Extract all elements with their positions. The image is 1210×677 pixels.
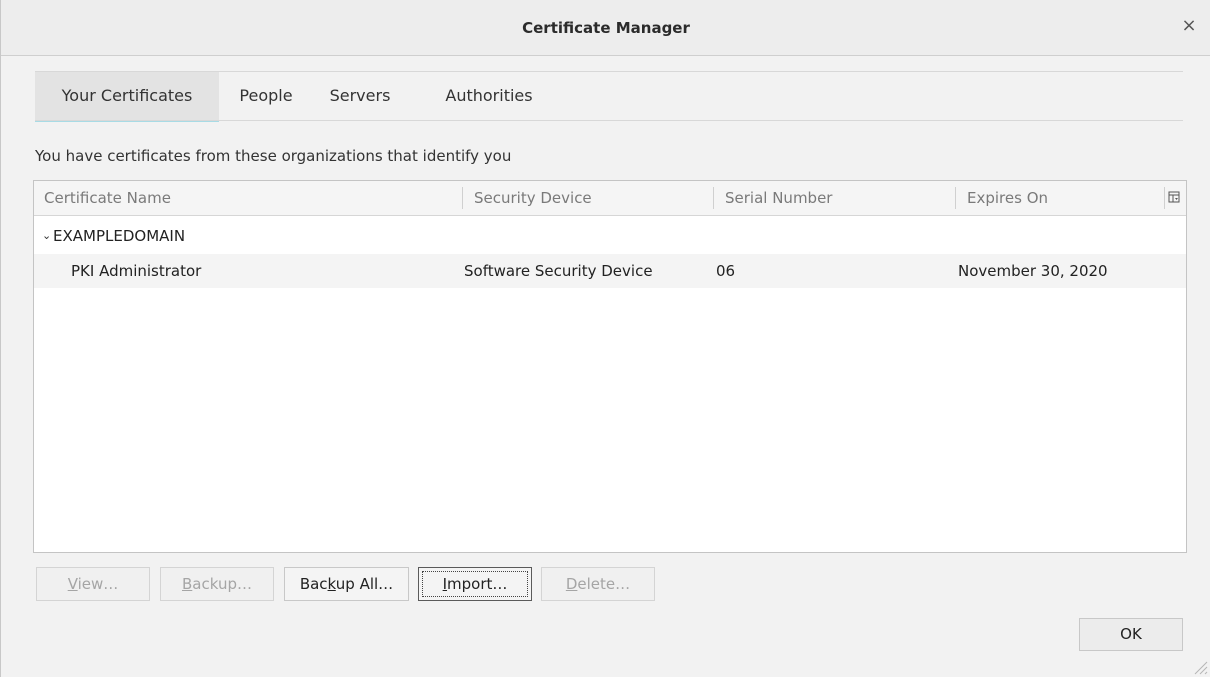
cell-expires-on: November 30, 2020 [958, 262, 1108, 280]
close-icon: × [1181, 15, 1197, 36]
focus-ring [422, 571, 528, 597]
column-header-security-device[interactable]: Security Device [474, 181, 714, 215]
close-button[interactable]: × [1177, 14, 1201, 38]
group-label: EXAMPLEDOMAIN [53, 227, 186, 245]
tab-label: People [239, 86, 293, 105]
certificate-manager-window: Certificate Manager × Your Certificates … [0, 0, 1210, 677]
resize-grip-icon[interactable] [1190, 657, 1208, 675]
column-header-certificate-name[interactable]: Certificate Name [44, 181, 464, 215]
tab-label: Servers [329, 86, 391, 105]
accel-key: V [67, 575, 78, 593]
cell-certificate-name: PKI Administrator [71, 262, 202, 280]
tab-bar: Your Certificates People Servers Authori… [35, 71, 1183, 122]
column-separator[interactable] [462, 187, 463, 209]
cell-security-device: Software Security Device [464, 262, 653, 280]
accel-key: D [565, 575, 578, 593]
backup-button[interactable]: Backup… [160, 567, 274, 601]
intro-text: You have certificates from these organiz… [35, 147, 512, 165]
column-separator[interactable] [955, 187, 956, 209]
tab-your-certificates[interactable]: Your Certificates [35, 72, 219, 122]
backup-all-button[interactable]: Backup All… [284, 567, 409, 601]
import-button[interactable]: Import… [418, 567, 532, 601]
tab-label: Your Certificates [61, 86, 193, 105]
tab-label: Authorities [445, 86, 533, 105]
column-picker-icon[interactable] [1168, 191, 1180, 203]
tab-servers[interactable]: Servers [315, 72, 405, 120]
column-header-serial-number[interactable]: Serial Number [725, 181, 955, 215]
delete-button[interactable]: Delete… [541, 567, 655, 601]
column-separator[interactable] [713, 187, 714, 209]
tree-header: Certificate Name Security Device Serial … [34, 181, 1186, 216]
view-button[interactable]: View… [36, 567, 150, 601]
table-row[interactable]: PKI Administrator Software Security Devi… [34, 254, 1186, 288]
tree-group-row[interactable]: ⌄ EXAMPLEDOMAIN [34, 219, 1186, 253]
title-bar[interactable]: Certificate Manager × [1, 0, 1210, 56]
certificate-tree[interactable]: Certificate Name Security Device Serial … [33, 180, 1187, 553]
tab-people[interactable]: People [230, 72, 302, 120]
ok-button[interactable]: OK [1079, 618, 1183, 651]
tab-divider [35, 120, 1183, 121]
column-separator [1164, 187, 1165, 209]
accel-key: B [182, 575, 193, 593]
chevron-down-icon[interactable]: ⌄ [42, 219, 51, 253]
tab-authorities[interactable]: Authorities [434, 72, 544, 120]
window-title: Certificate Manager [522, 19, 690, 37]
cell-serial-number: 06 [716, 262, 736, 280]
accel-key: k [327, 575, 336, 593]
column-header-expires-on[interactable]: Expires On [967, 181, 1157, 215]
